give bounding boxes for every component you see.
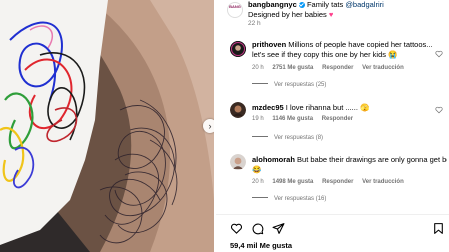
comment-emoji-line: 😂 [252, 165, 447, 175]
verified-badge-icon [298, 1, 305, 8]
comment-text: alohomorah But babe their drawings are o… [252, 155, 447, 165]
comment-likes[interactable]: 1498 Me gusta [272, 179, 313, 185]
post-caption: bangbangnyc Family tats @badgalriri Desi… [248, 0, 448, 19]
view-replies-button[interactable]: Ver respuestas (25) [252, 82, 326, 88]
comment-text: prithoven Millions of people have copied… [252, 40, 447, 59]
avatar-image [230, 102, 246, 118]
commenter-username[interactable]: prithoven [252, 40, 286, 49]
commenter-avatar[interactable] [230, 41, 246, 57]
bookmark-icon[interactable] [432, 222, 445, 235]
comment-like-icon[interactable] [435, 50, 443, 58]
comment-message: But babe their drawings are only gonna g… [297, 155, 447, 164]
comment-time[interactable]: 20 h [252, 179, 264, 185]
comment-meta: 20 h 1498 Me gusta Responder Ver traducc… [252, 179, 411, 185]
comment-emoji: 🫣 [360, 103, 370, 112]
view-replies-button[interactable]: Ver respuestas (8) [252, 135, 323, 141]
heart-icon[interactable] [230, 222, 243, 235]
comment-likes[interactable]: 1146 Me gusta [272, 116, 313, 122]
share-icon[interactable] [272, 222, 285, 235]
post-likes-count[interactable]: 59,4 mil Me gusta [230, 241, 292, 250]
comment-meta: 19 h 1146 Me gusta Responder [252, 116, 360, 122]
comment-time[interactable]: 20 h [252, 65, 264, 71]
post-timestamp[interactable]: 22 h [248, 20, 261, 27]
comment-meta: 20 h 2751 Me gusta Responder Ver traducc… [252, 65, 411, 71]
comment-likes[interactable]: 2751 Me gusta [272, 65, 313, 71]
avatar-image [230, 41, 246, 57]
comment-emoji: 😂 [252, 165, 262, 174]
pink-heart-icon: ♥ [328, 9, 334, 19]
caption-text: Family tats [306, 0, 344, 9]
mention-link[interactable]: @badgalriri [345, 0, 383, 9]
comment-text: mzdec95 I love rihanna but ...... 🫣 [252, 103, 447, 113]
comment-message: I love rihanna but ...... [285, 103, 358, 112]
comment-time[interactable]: 19 h [252, 116, 264, 122]
commenter-avatar[interactable] [230, 102, 246, 118]
translate-button[interactable]: Ver traducción [362, 179, 404, 185]
next-photo-button[interactable]: › [203, 119, 214, 133]
commenter-username[interactable]: alohomorah [252, 155, 295, 164]
tattoo-photo-graphic [0, 0, 214, 252]
translate-button[interactable]: Ver traducción [362, 65, 404, 71]
logo-text: BANG [229, 4, 241, 9]
commenter-avatar[interactable] [230, 154, 246, 170]
reply-button[interactable]: Responder [322, 116, 353, 122]
replies-label: Ver respuestas (16) [274, 196, 327, 202]
replies-line [252, 83, 268, 84]
post-details-panel: BANG bangbangnyc Family tats @badgalriri… [216, 0, 449, 252]
action-bar [230, 222, 445, 236]
replies-line [252, 136, 268, 137]
replies-label: Ver respuestas (25) [274, 82, 327, 88]
divider [216, 214, 449, 215]
replies-label: Ver respuestas (8) [274, 135, 324, 141]
reply-button[interactable]: Responder [322, 179, 353, 185]
view-replies-button[interactable]: Ver respuestas (16) [252, 196, 326, 202]
chevron-right-icon: › [208, 120, 212, 131]
reply-button[interactable]: Responder [322, 65, 353, 71]
replies-line [252, 197, 268, 198]
post-image[interactable]: › [0, 0, 214, 252]
caption-line-2: Designed by her babies [248, 9, 327, 19]
comment-icon[interactable] [251, 222, 264, 235]
author-avatar[interactable]: BANG [227, 2, 243, 18]
comment-like-icon[interactable] [435, 106, 443, 114]
author-username[interactable]: bangbangnyc [248, 0, 297, 9]
comment-emoji: 😭 [388, 49, 398, 59]
avatar-image [230, 154, 246, 170]
commenter-username[interactable]: mzdec95 [252, 103, 284, 112]
